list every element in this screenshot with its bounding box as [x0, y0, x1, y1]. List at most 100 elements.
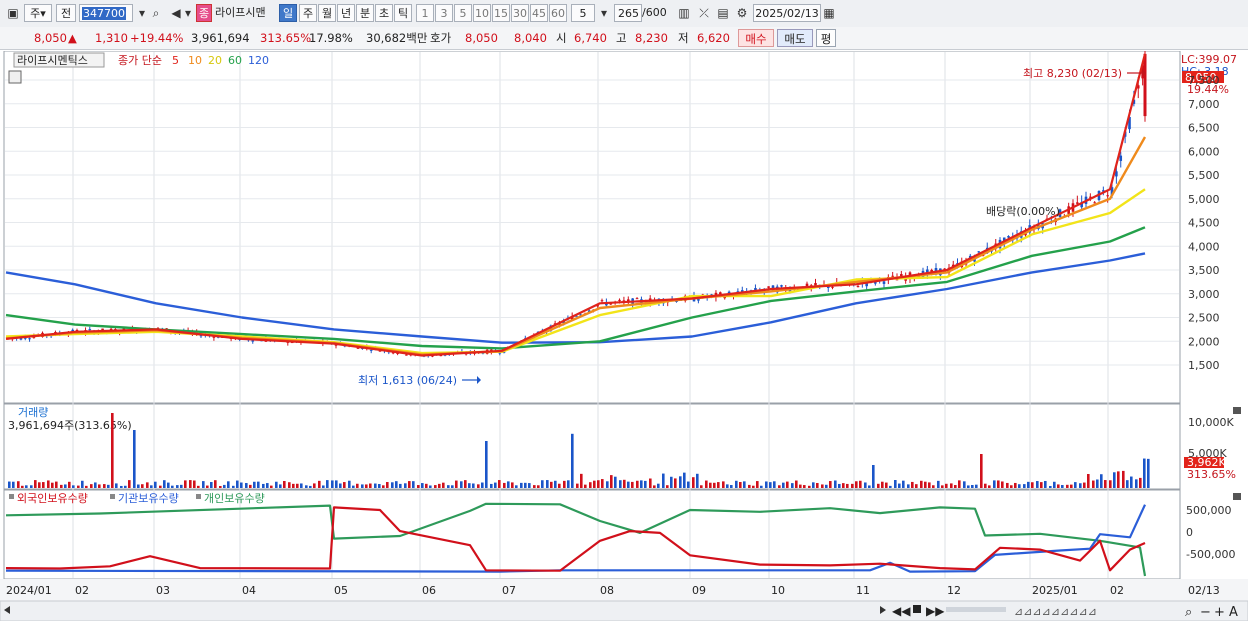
period-month[interactable]: 월 — [318, 4, 336, 22]
minute-5[interactable]: 5 — [454, 4, 472, 22]
window-menu-icon[interactable]: ▣ — [4, 4, 22, 22]
volume-bar — [1130, 476, 1133, 488]
zoom-out-icon[interactable]: − — [1200, 605, 1211, 620]
volume-bar — [662, 473, 665, 488]
minute-30[interactable]: 30 — [511, 4, 529, 22]
volume-bar — [137, 484, 140, 488]
volume-bar — [176, 485, 179, 488]
volume-bar — [128, 480, 131, 488]
low-price: 6,620 — [697, 31, 730, 45]
search-icon[interactable]: ⌕ — [147, 4, 165, 22]
volume-bar — [442, 482, 445, 488]
period-year[interactable]: 년 — [337, 4, 355, 22]
period-second[interactable]: 초 — [375, 4, 393, 22]
period-tick[interactable]: 틱 — [394, 4, 412, 22]
volume-bar — [98, 484, 101, 488]
period-week[interactable]: 주 — [299, 4, 317, 22]
gear-icon[interactable]: ⚙ — [733, 4, 751, 22]
volume-bar — [425, 483, 428, 488]
volume-bar — [369, 483, 372, 488]
legend-marker-foreign — [9, 494, 14, 499]
volume-bar — [700, 485, 703, 488]
candle-body — [780, 285, 783, 287]
minute-60[interactable]: 60 — [549, 4, 567, 22]
volume-bar — [889, 485, 892, 488]
auto-scale-icon[interactable]: A — [1229, 605, 1238, 620]
chart-area[interactable]: 라이프시멘틱스 종가 단순 5 10 20 60 120 최고 8,230 (0… — [0, 51, 1248, 621]
candle-body — [891, 275, 894, 277]
stop-icon[interactable] — [913, 605, 921, 613]
holding-panel-close-icon[interactable] — [1233, 493, 1241, 500]
volume-bar — [103, 484, 106, 488]
high-annotation: 최고 8,230 (02/13) — [1023, 67, 1122, 80]
minute-1[interactable]: 1 — [416, 4, 434, 22]
scroll-thumb[interactable] — [946, 607, 1006, 612]
speaker-dropdown-icon[interactable]: ▾ — [182, 4, 194, 22]
volume-bar — [232, 485, 235, 488]
rewind-icon[interactable]: ◀◀ — [892, 604, 911, 618]
volume-bar — [1010, 485, 1013, 488]
prev-button[interactable]: 전 — [56, 4, 76, 22]
volume-bar — [838, 483, 841, 488]
minute-15[interactable]: 15 — [492, 4, 510, 22]
count-input[interactable]: 265 — [614, 4, 642, 22]
volume-bar — [81, 480, 84, 488]
stock-code-input[interactable]: 347700 — [79, 4, 133, 22]
volume-bar — [249, 484, 252, 488]
volume-bar — [214, 480, 217, 488]
volume-tick-10000k: 10,000K — [1188, 416, 1234, 429]
volume-bar — [391, 482, 394, 488]
volume-bar — [567, 480, 570, 488]
volume-bar — [120, 485, 123, 488]
volume-bar — [511, 482, 514, 488]
volume-panel-close-icon[interactable] — [1233, 407, 1241, 414]
price-change: 1,310 — [95, 31, 128, 45]
holding-tick-500000: 500,000 — [1186, 504, 1232, 517]
current-price: 8,050 — [34, 31, 67, 45]
volume-bar — [266, 483, 269, 488]
volume-bar — [541, 480, 544, 488]
calendar-icon[interactable]: ▦ — [820, 4, 838, 22]
volume-bar — [1147, 458, 1150, 488]
buy-button[interactable]: 매수 — [738, 29, 774, 47]
volume-bar — [1057, 484, 1060, 488]
zoom-icon[interactable]: ⌕ — [1185, 605, 1192, 620]
volume-bar — [778, 485, 781, 488]
interval-input[interactable]: 5 — [571, 4, 595, 22]
x-axis-label: 07 — [502, 584, 516, 597]
save-icon[interactable]: ▤ — [714, 4, 732, 22]
volume-bar — [300, 483, 303, 488]
zoom-in-icon[interactable]: + — [1214, 605, 1225, 620]
volume-bar — [292, 483, 295, 488]
cross-line-icon[interactable]: ⤫ — [695, 4, 713, 22]
volume-bar — [730, 485, 733, 488]
volume-bar — [42, 482, 45, 488]
sell-button[interactable]: 매도 — [777, 29, 813, 47]
minute-10[interactable]: 10 — [473, 4, 491, 22]
volume-bar — [975, 484, 978, 488]
volume-bar — [1135, 479, 1138, 488]
candlestick-icon[interactable]: ▥ — [675, 4, 693, 22]
period-minute[interactable]: 분 — [356, 4, 374, 22]
evaluate-button[interactable]: 평 — [816, 29, 836, 47]
volume-bar — [1036, 481, 1039, 488]
table-toggle-icon[interactable] — [8, 70, 22, 84]
high-price: 8,230 — [635, 31, 668, 45]
price-change-pct: +19.44% — [130, 31, 184, 45]
ma-5-label: 5 — [172, 54, 179, 67]
period-day[interactable]: 일 — [279, 4, 297, 22]
volume-bar — [490, 483, 493, 488]
volume-bar — [683, 472, 686, 488]
volume-bar — [180, 484, 183, 488]
candle-body — [618, 299, 621, 301]
minute-3[interactable]: 3 — [435, 4, 453, 22]
minute-45[interactable]: 45 — [530, 4, 548, 22]
volume-bar — [984, 483, 987, 488]
interval-dropdown-icon[interactable]: ▾ — [595, 4, 613, 22]
fast-forward-icon[interactable]: ▶▶ — [926, 604, 945, 618]
market-select[interactable]: 주▾ — [24, 4, 52, 22]
volume-bar — [1040, 482, 1043, 488]
date-input[interactable]: 2025/02/13 — [753, 4, 821, 22]
x-axis-label: 06 — [422, 584, 436, 597]
volume-bar — [331, 480, 334, 488]
